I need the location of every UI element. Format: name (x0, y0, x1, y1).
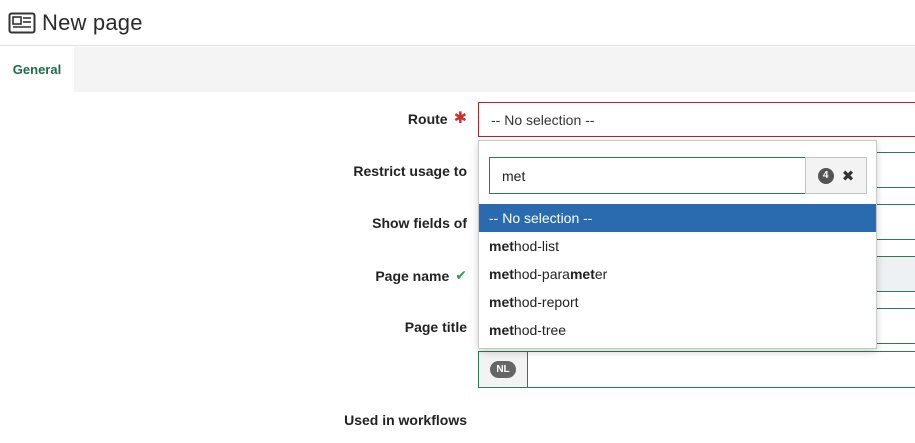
option-no-selection[interactable]: -- No selection -- (479, 204, 876, 232)
tab-bar: General (0, 47, 915, 92)
dropdown-search: 4 ✖ (489, 157, 867, 194)
page-title-label: Page title (404, 319, 467, 335)
restrict-usage-label: Restrict usage to (353, 163, 467, 179)
checkmark-icon: ✔ (455, 267, 467, 283)
language-badge: NL (490, 361, 516, 378)
page-header: New page (0, 0, 915, 46)
used-in-workflows-label: Used in workflows (344, 412, 467, 428)
clear-search-icon[interactable]: ✖ (842, 167, 855, 185)
option-text: er (594, 266, 608, 282)
option-method-tree[interactable]: met hod-tree (479, 316, 876, 344)
result-count-badge: 4 (817, 167, 834, 184)
option-text: hod-report (513, 294, 579, 310)
dropdown-options: -- No selection -- met hod-list met hod-pa… (479, 204, 876, 344)
option-match: met (489, 322, 514, 338)
option-match: met (489, 294, 514, 310)
option-text: hod-list (513, 238, 560, 254)
option-match: met (489, 238, 514, 254)
route-label-text: Route (407, 111, 448, 127)
route-label: Route ✱ (407, 110, 467, 128)
option-match: met (489, 266, 514, 282)
route-dropdown: 4 ✖ -- No selection -- method-list metho… (478, 140, 877, 349)
dropdown-search-input[interactable] (489, 157, 805, 194)
option-text: hod-tree (513, 322, 567, 338)
page-name-label-text: Page name (375, 267, 450, 284)
option-method-parameter[interactable]: met hod-para met er (479, 260, 876, 288)
newspaper-icon (8, 12, 36, 33)
language-addon: NL (478, 351, 528, 388)
show-fields-label: Show fields of (372, 215, 467, 231)
option-text: hod-para (513, 266, 570, 282)
option-text: -- No selection -- (489, 210, 593, 226)
tab-general[interactable]: General (0, 47, 74, 92)
required-asterisk-icon: ✱ (453, 110, 467, 127)
route-select-value: -- No selection -- (491, 111, 595, 128)
option-method-list[interactable]: met hod-list (479, 232, 876, 260)
route-select[interactable]: -- No selection -- (478, 102, 915, 137)
option-match: met (569, 266, 595, 282)
page-title-nl-input[interactable] (527, 351, 915, 388)
page-name-label: Page name ✔ (375, 267, 467, 284)
option-method-report[interactable]: met hod-report (479, 288, 876, 316)
page-title: New page (42, 9, 143, 35)
search-addon: 4 ✖ (805, 157, 867, 194)
